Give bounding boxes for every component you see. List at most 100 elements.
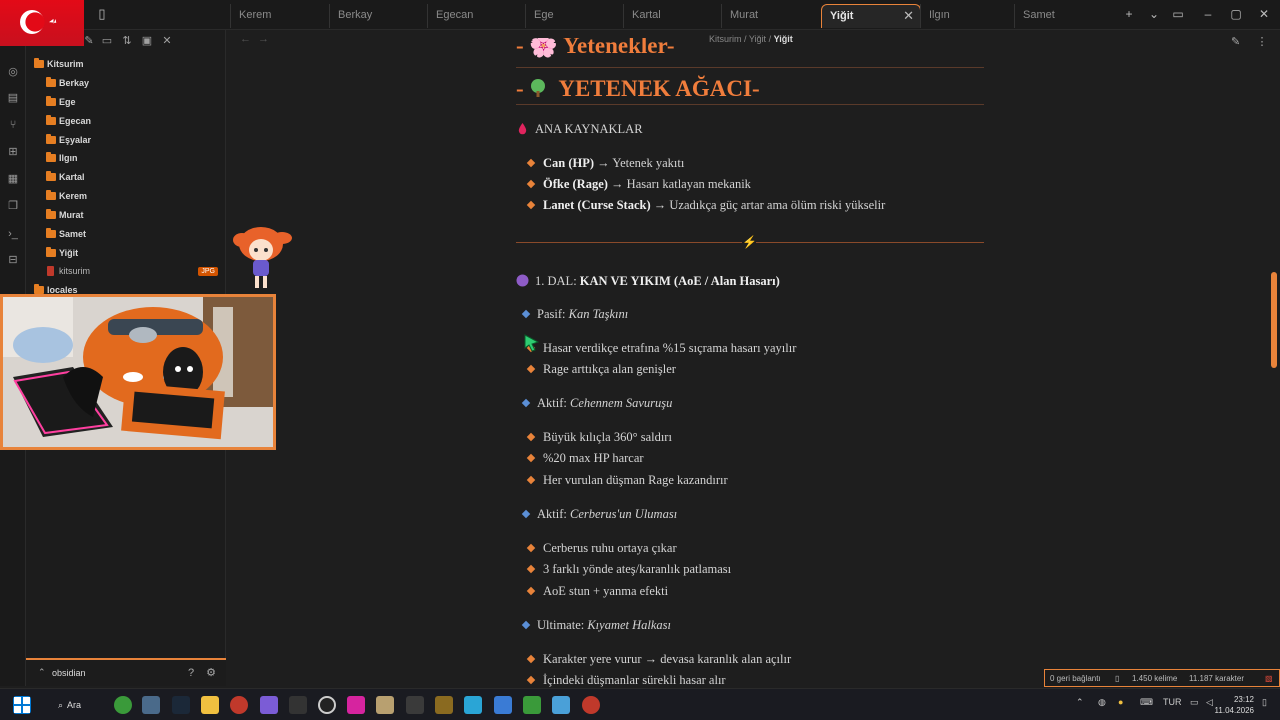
sync-icon[interactable]: ▧ <box>1265 674 1273 683</box>
folder-icon[interactable] <box>201 696 219 714</box>
edit-icon[interactable]: ✎ <box>1228 35 1244 51</box>
tab-yigit[interactable]: Yiğit ✕ <box>821 4 921 28</box>
tab-samet[interactable]: Samet <box>1014 4 1114 28</box>
volume-icon[interactable]: ◁ <box>1206 697 1213 708</box>
opera-icon[interactable] <box>230 696 248 714</box>
monitor-icon[interactable]: ▭ <box>1190 697 1199 708</box>
skill-title: Ultimate: Kıyamet Halkası <box>516 618 671 633</box>
collapse-icon[interactable]: ▣ <box>140 34 154 50</box>
copy-icon[interactable]: ❐ <box>5 198 21 214</box>
app-icon[interactable] <box>582 696 600 714</box>
back-icon[interactable]: ← <box>240 33 251 45</box>
close-icon[interactable]: ✕ <box>160 34 174 50</box>
calendar-icon[interactable]: ▦ <box>5 171 21 187</box>
item-bold: Öfke (Rage) <box>543 177 608 191</box>
tab-kerem[interactable]: Kerem <box>230 4 330 28</box>
obsidian-icon[interactable] <box>260 696 278 714</box>
league-icon[interactable] <box>435 696 453 714</box>
minecraft-icon[interactable] <box>523 696 541 714</box>
app-icon[interactable] <box>552 696 570 714</box>
instagram-icon[interactable] <box>347 696 365 714</box>
app-icon[interactable] <box>376 696 394 714</box>
tab-kartal[interactable]: Kartal <box>623 4 721 28</box>
vault-switcher[interactable]: ⌃ obsidian ? ⚙ <box>26 658 226 686</box>
minimize-icon[interactable]: – <box>1200 6 1216 22</box>
tree-label: Egecan <box>59 116 92 126</box>
tray-icon[interactable]: ◍ <box>1098 697 1106 708</box>
keyboard-icon[interactable]: ⌨ <box>1140 697 1153 708</box>
tree-root[interactable]: Kitsurim <box>26 56 226 75</box>
tree-folder[interactable]: Ilgın <box>26 150 226 169</box>
item-text: İçindeki düşmanlar sürekli hasar alır <box>543 673 726 687</box>
terminal-icon[interactable]: ›_ <box>5 226 21 242</box>
folder-icon <box>46 96 56 106</box>
tree-folder[interactable]: Ege <box>26 94 226 113</box>
obs-icon[interactable] <box>318 696 336 714</box>
book-icon[interactable]: ▯ <box>1115 674 1119 683</box>
tab-ege[interactable]: Ege <box>525 4 623 28</box>
tab-ilgin[interactable]: Ilgın <box>920 4 1014 28</box>
item-bold: Can (HP) <box>543 156 595 170</box>
tab-berkay[interactable]: Berkay <box>329 4 427 28</box>
new-note-icon[interactable]: ✎ <box>82 34 96 50</box>
location-icon[interactable]: ◎ <box>5 64 21 80</box>
backlinks-count[interactable]: 0 geri bağlantı <box>1050 674 1101 683</box>
graph-icon[interactable]: ⑂ <box>5 117 21 133</box>
search-button[interactable]: ⌕ Ara <box>52 695 96 715</box>
close-icon[interactable]: ✕ <box>903 8 914 24</box>
epic-games-icon[interactable] <box>289 696 307 714</box>
tree-folder[interactable]: Yiğit <box>26 245 226 264</box>
notification-icon[interactable]: ▯ <box>1262 697 1267 708</box>
tab-murat[interactable]: Murat <box>721 4 821 28</box>
help-icon[interactable]: ? <box>184 666 198 680</box>
forward-icon[interactable]: → <box>258 33 269 45</box>
list-item: Lanet (Curse Stack) → Uzadıkça güç artar… <box>516 198 885 213</box>
scrollbar[interactable] <box>1271 272 1277 368</box>
window-close-icon[interactable]: ✕ <box>1256 6 1272 22</box>
folder-icon <box>46 190 56 200</box>
date: 11.04.2026 <box>1214 706 1254 715</box>
char-count: 11.187 karakter <box>1189 674 1244 683</box>
apps-icon[interactable]: ⊟ <box>5 252 21 268</box>
item-text: 3 farklı yönde ateş/karanlık patlaması <box>543 562 732 576</box>
folder-icon <box>46 134 56 144</box>
new-tab-icon[interactable]: + <box>1121 6 1137 22</box>
tree-folder[interactable]: Kartal <box>26 169 226 188</box>
tree-file[interactable]: kitsurim JPG <box>26 263 226 282</box>
tree-icon <box>531 79 546 97</box>
tree-folder[interactable]: Samet <box>26 226 226 245</box>
folder-icon <box>46 171 56 181</box>
more-options-icon[interactable]: ⋮ <box>1254 35 1270 51</box>
app-icon[interactable] <box>464 696 482 714</box>
clock[interactable]: 23:12 11.04.2026 <box>1215 694 1254 716</box>
xbox-icon[interactable] <box>114 696 132 714</box>
tray-icon[interactable]: ● <box>1118 697 1123 707</box>
grid-icon[interactable]: ⊞ <box>5 144 21 160</box>
tree-folder[interactable]: Eşyalar <box>26 132 226 151</box>
app-icon[interactable] <box>406 696 424 714</box>
tab-bar: ▯ Kerem Berkay Egecan Ege Kartal Murat Y… <box>0 0 1280 30</box>
language-indicator[interactable]: TUR <box>1163 697 1182 707</box>
steam-icon[interactable] <box>172 696 190 714</box>
bookmark-icon[interactable]: ▯ <box>94 6 110 24</box>
tab-egecan[interactable]: Egecan <box>427 4 525 28</box>
sort-icon[interactable]: ⇅ <box>120 34 134 50</box>
maximize-icon[interactable]: ▢ <box>1228 6 1244 22</box>
chevron-up-icon[interactable]: ⌃ <box>1076 697 1084 708</box>
tree-label: Kartal <box>59 172 85 182</box>
taskview-icon[interactable] <box>142 696 160 714</box>
new-folder-icon[interactable]: ▭ <box>100 34 114 50</box>
tree-folder[interactable]: Murat <box>26 207 226 226</box>
tree-folder[interactable]: Egecan <box>26 113 226 132</box>
chevron-down-icon[interactable]: ⌄ <box>1146 6 1162 22</box>
tree-folder[interactable]: Berkay <box>26 75 226 94</box>
windows-start-icon[interactable] <box>13 696 31 714</box>
tree-folder[interactable]: Kerem <box>26 188 226 207</box>
sidebar-toggle-icon[interactable]: ▭ <box>1170 6 1186 22</box>
tab-label: Ilgın <box>929 9 950 21</box>
file-icon[interactable]: ▤ <box>5 90 21 106</box>
list-item: Cerberus ruhu ortaya çıkar <box>516 541 677 556</box>
gear-icon[interactable]: ⚙ <box>204 666 218 680</box>
app-icon[interactable] <box>494 696 512 714</box>
folder-icon <box>46 247 56 257</box>
